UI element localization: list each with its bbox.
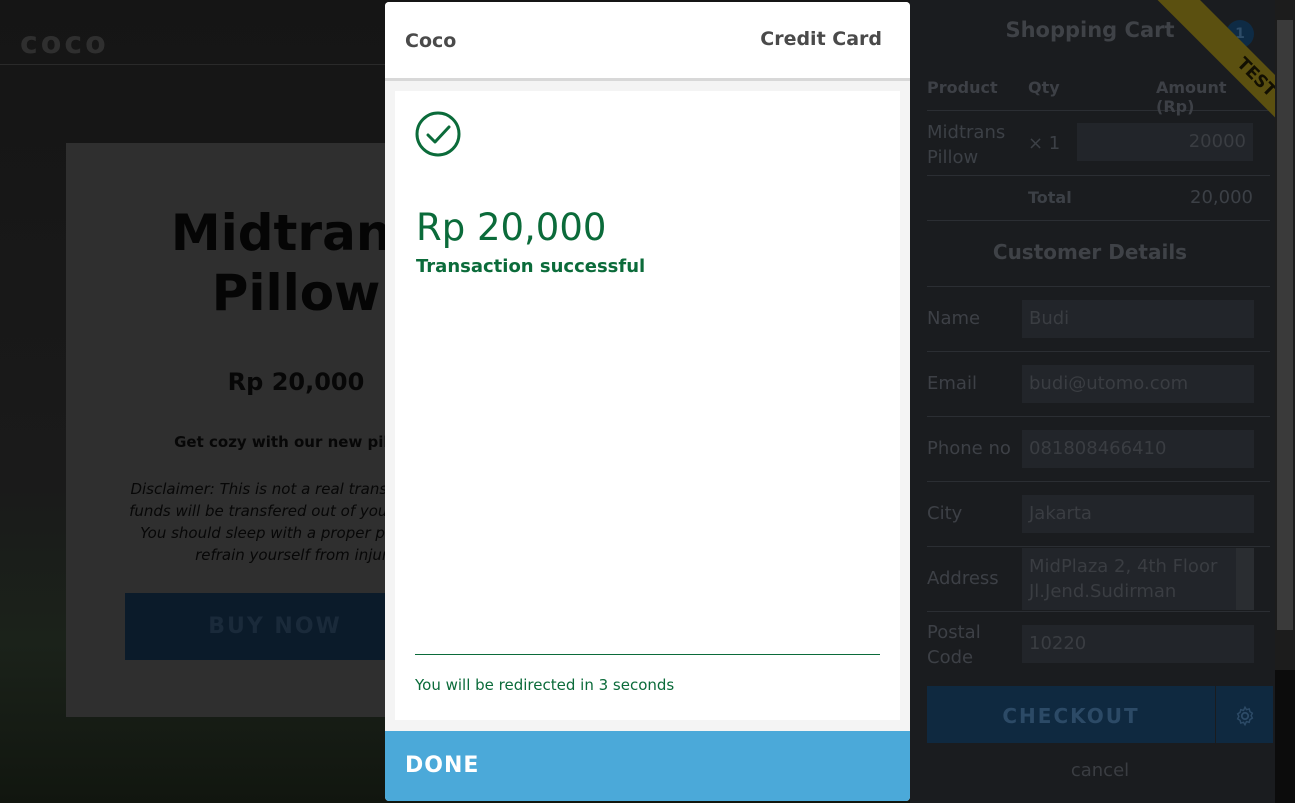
address-line2: Jl.Jend.Sudirman xyxy=(1029,581,1177,602)
check-circle-icon xyxy=(415,111,461,157)
transaction-amount: Rp 20,000 xyxy=(416,206,607,249)
cart-table-header: Product Qty Amount (Rp) xyxy=(927,65,1270,116)
site-logo[interactable]: coco xyxy=(20,26,109,61)
done-button[interactable]: DONE xyxy=(385,731,910,801)
col-qty: Qty xyxy=(1028,78,1060,97)
transaction-status: Transaction successful xyxy=(416,256,646,277)
item-product-line2: Pillow xyxy=(927,147,979,168)
total-label: Total xyxy=(1028,188,1072,207)
customer-details-form: Name Budi Email budi@utomo.com Phone no … xyxy=(927,286,1270,676)
customer-details-title: Customer Details xyxy=(992,240,1188,264)
field-name-row: Name Budi xyxy=(927,286,1270,352)
field-phone-label: Phone no xyxy=(927,438,1011,459)
field-name-label: Name xyxy=(927,308,981,329)
shopping-cart-panel: Shopping Cart 1 Product Qty Amount (Rp) … xyxy=(910,0,1275,803)
address-line1: MidPlaza 2, 4th Floor xyxy=(1029,556,1218,577)
phone-field[interactable]: 081808466410 xyxy=(1022,430,1254,468)
payment-method: Credit Card xyxy=(760,28,882,50)
item-product-line1: Midtrans xyxy=(927,122,1006,143)
settings-button[interactable] xyxy=(1216,686,1273,743)
postal-code-field[interactable]: 10220 xyxy=(1022,625,1254,663)
total-value: 20,000 xyxy=(1190,187,1253,208)
field-city-row: City Jakarta xyxy=(927,482,1270,547)
postal-label-line1: Postal xyxy=(927,622,981,643)
checkout-button[interactable]: CHECKOUT xyxy=(927,686,1215,743)
item-product: Midtrans Pillow xyxy=(927,120,1005,170)
page-scrollbar-thumb[interactable] xyxy=(1277,20,1293,630)
field-email-label: Email xyxy=(927,373,977,394)
name-field[interactable]: Budi xyxy=(1022,300,1254,338)
field-address-label: Address xyxy=(927,568,999,589)
postal-label-line2: Code xyxy=(927,647,974,668)
field-postal-row: Postal Code 10220 xyxy=(927,612,1270,676)
page-scrollbar[interactable] xyxy=(1275,0,1295,670)
field-postal-label: Postal Code xyxy=(927,620,981,670)
field-city-label: City xyxy=(927,503,963,524)
field-address-row: Address MidPlaza 2, 4th Floor Jl.Jend.Su… xyxy=(927,547,1270,612)
address-scrollbar[interactable] xyxy=(1236,548,1254,610)
cancel-link[interactable]: cancel xyxy=(910,760,1290,781)
buy-now-button[interactable]: BUY NOW xyxy=(125,593,425,660)
address-textarea[interactable]: MidPlaza 2, 4th Floor Jl.Jend.Sudirman xyxy=(1022,548,1254,610)
divider xyxy=(415,654,880,655)
modal-header: Coco Credit Card xyxy=(385,2,910,81)
email-field[interactable]: budi@utomo.com xyxy=(1022,365,1254,403)
cart-table: Product Qty Amount (Rp) Midtrans Pillow … xyxy=(927,65,1270,221)
cart-total-row: Total 20,000 xyxy=(927,176,1270,221)
item-amount-input[interactable]: 20000 xyxy=(1077,123,1253,161)
gear-icon xyxy=(1236,705,1253,726)
merchant-name: Coco xyxy=(405,30,457,52)
field-email-row: Email budi@utomo.com xyxy=(927,352,1270,417)
col-product: Product xyxy=(927,78,998,97)
city-field[interactable]: Jakarta xyxy=(1022,495,1254,533)
item-qty: × 1 xyxy=(1028,133,1061,154)
cart-item-row: Midtrans Pillow × 1 20000 xyxy=(927,111,1270,176)
modal-body: Rp 20,000 Transaction successful You wil… xyxy=(395,91,900,720)
payment-modal: Coco Credit Card Rp 20,000 Transaction s… xyxy=(385,2,910,801)
field-phone-row: Phone no 081808466410 xyxy=(927,417,1270,482)
redirect-notice: You will be redirected in 3 seconds xyxy=(415,676,675,694)
